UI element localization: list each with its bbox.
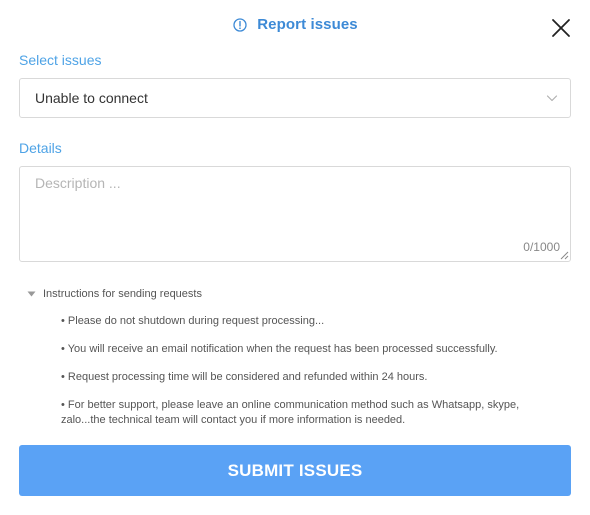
close-icon[interactable] (550, 17, 572, 39)
resize-handle-icon[interactable] (560, 251, 569, 260)
character-counter: 0/1000 (523, 240, 560, 254)
caret-down-icon (27, 291, 36, 297)
dialog-title: Report issues (257, 16, 358, 33)
instruction-item: • For better support, please leave an on… (61, 399, 520, 426)
instruction-item: • Please do not shutdown during request … (61, 315, 325, 327)
instructions-heading: Instructions for sending requests (43, 288, 202, 300)
instructions-section: Instructions for sending requests • Plea… (27, 288, 547, 426)
details-textarea[interactable]: Description ... 0/1000 (19, 166, 571, 262)
issues-select[interactable]: Unable to connect (19, 78, 571, 118)
select-issues-label: Select issues (19, 52, 102, 68)
close-button[interactable] (550, 17, 572, 39)
submit-issues-button[interactable]: SUBMIT ISSUES (19, 445, 571, 496)
issues-select-value: Unable to connect (35, 90, 148, 106)
chevron-down-icon (546, 95, 558, 102)
instructions-list: • Please do not shutdown during request … (61, 314, 531, 428)
instruction-item: • You will receive an email notification… (61, 343, 498, 355)
details-label: Details (19, 140, 62, 156)
info-circle-icon (232, 17, 248, 33)
details-placeholder: Description ... (35, 175, 121, 191)
instructions-toggle[interactable]: Instructions for sending requests (27, 288, 547, 300)
submit-issues-label: SUBMIT ISSUES (227, 460, 363, 480)
instruction-item: • Request processing time will be consid… (61, 371, 428, 383)
dialog-title-group: Report issues (0, 16, 590, 33)
dialog-header: Report issues (0, 0, 590, 54)
